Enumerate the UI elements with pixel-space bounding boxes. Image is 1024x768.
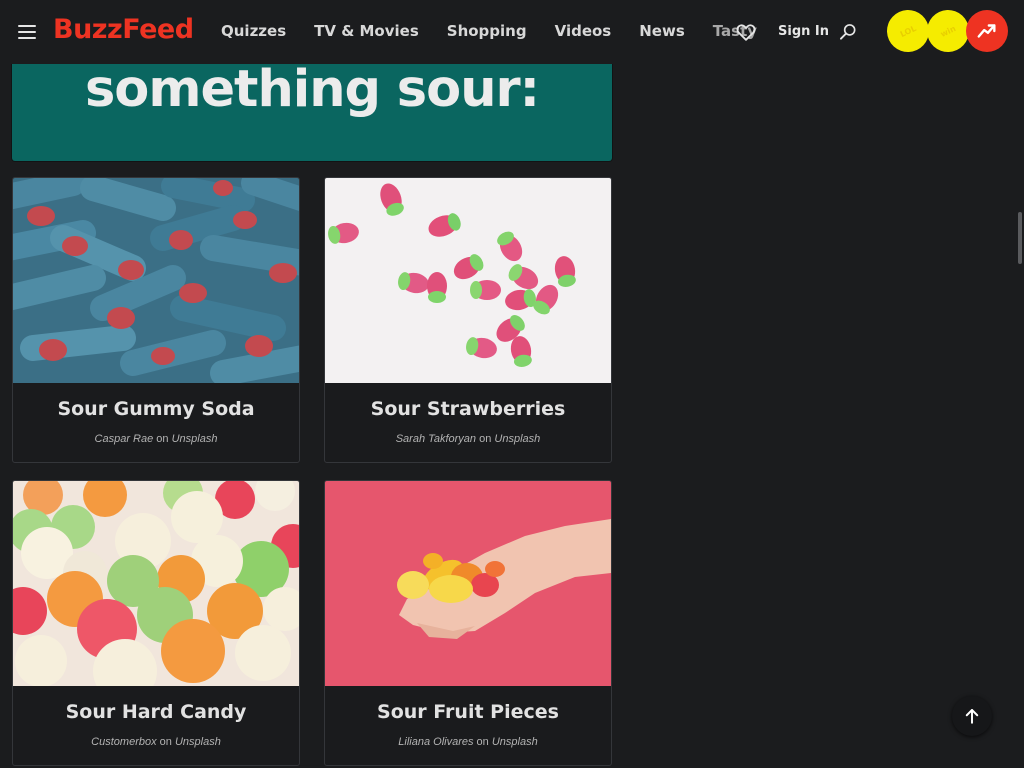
answer-card-sour-gummy-soda[interactable]: Sour Gummy Soda Caspar Rae on Unsplash [12,177,300,463]
nav-quizzes[interactable]: Quizzes [221,22,286,40]
sour-fruit-pieces-image [325,481,611,686]
main-nav: Quizzes TV & Movies Shopping Videos News… [221,22,785,40]
photo-credit: Sarah Takforyan on Unsplash [395,433,541,445]
menu-icon[interactable] [18,24,36,40]
card-title: Sour Strawberries [370,398,566,420]
photo-credit: Liliana Olivares on Unsplash [398,736,538,748]
site-header: BuzzFeed Quizzes TV & Movies Shopping Vi… [0,0,1024,64]
card-title: Sour Hard Candy [65,701,247,723]
answer-card-sour-strawberries[interactable]: Sour Strawberries Sarah Takforyan on Uns… [324,177,612,463]
card-title: Sour Gummy Soda [57,398,255,420]
photo-credit: Caspar Rae on Unsplash [94,433,218,445]
trending-badge-icon[interactable] [966,10,1008,52]
card-title: Sour Fruit Pieces [377,701,559,723]
nav-shopping[interactable]: Shopping [447,22,527,40]
sour-hard-candy-image [13,481,299,686]
arrow-up-icon [965,709,979,724]
answer-card-sour-hard-candy[interactable]: Sour Hard Candy Customerbox on Unsplash [12,480,300,766]
back-to-top-button[interactable] [952,696,992,736]
nav-news[interactable]: News [639,22,685,40]
nav-tv-movies[interactable]: TV & Movies [314,22,419,40]
question-header-tile: something sour: [12,60,612,161]
scrollbar-thumb[interactable] [1018,212,1022,264]
buzzfeed-logo[interactable]: BuzzFeed [53,14,194,45]
sour-gummy-soda-image [13,178,299,383]
photo-credit: Customerbox on Unsplash [91,736,221,748]
question-title: something sour: [84,60,540,119]
search-icon[interactable] [838,22,858,42]
answer-card-sour-fruit-pieces[interactable]: Sour Fruit Pieces Liliana Olivares on Un… [324,480,612,766]
nav-videos[interactable]: Videos [555,22,612,40]
heart-icon[interactable] [735,21,757,43]
sign-in-link[interactable]: Sign In [778,24,829,39]
trending-arrow-icon [977,24,996,38]
sour-strawberries-image [325,178,611,383]
